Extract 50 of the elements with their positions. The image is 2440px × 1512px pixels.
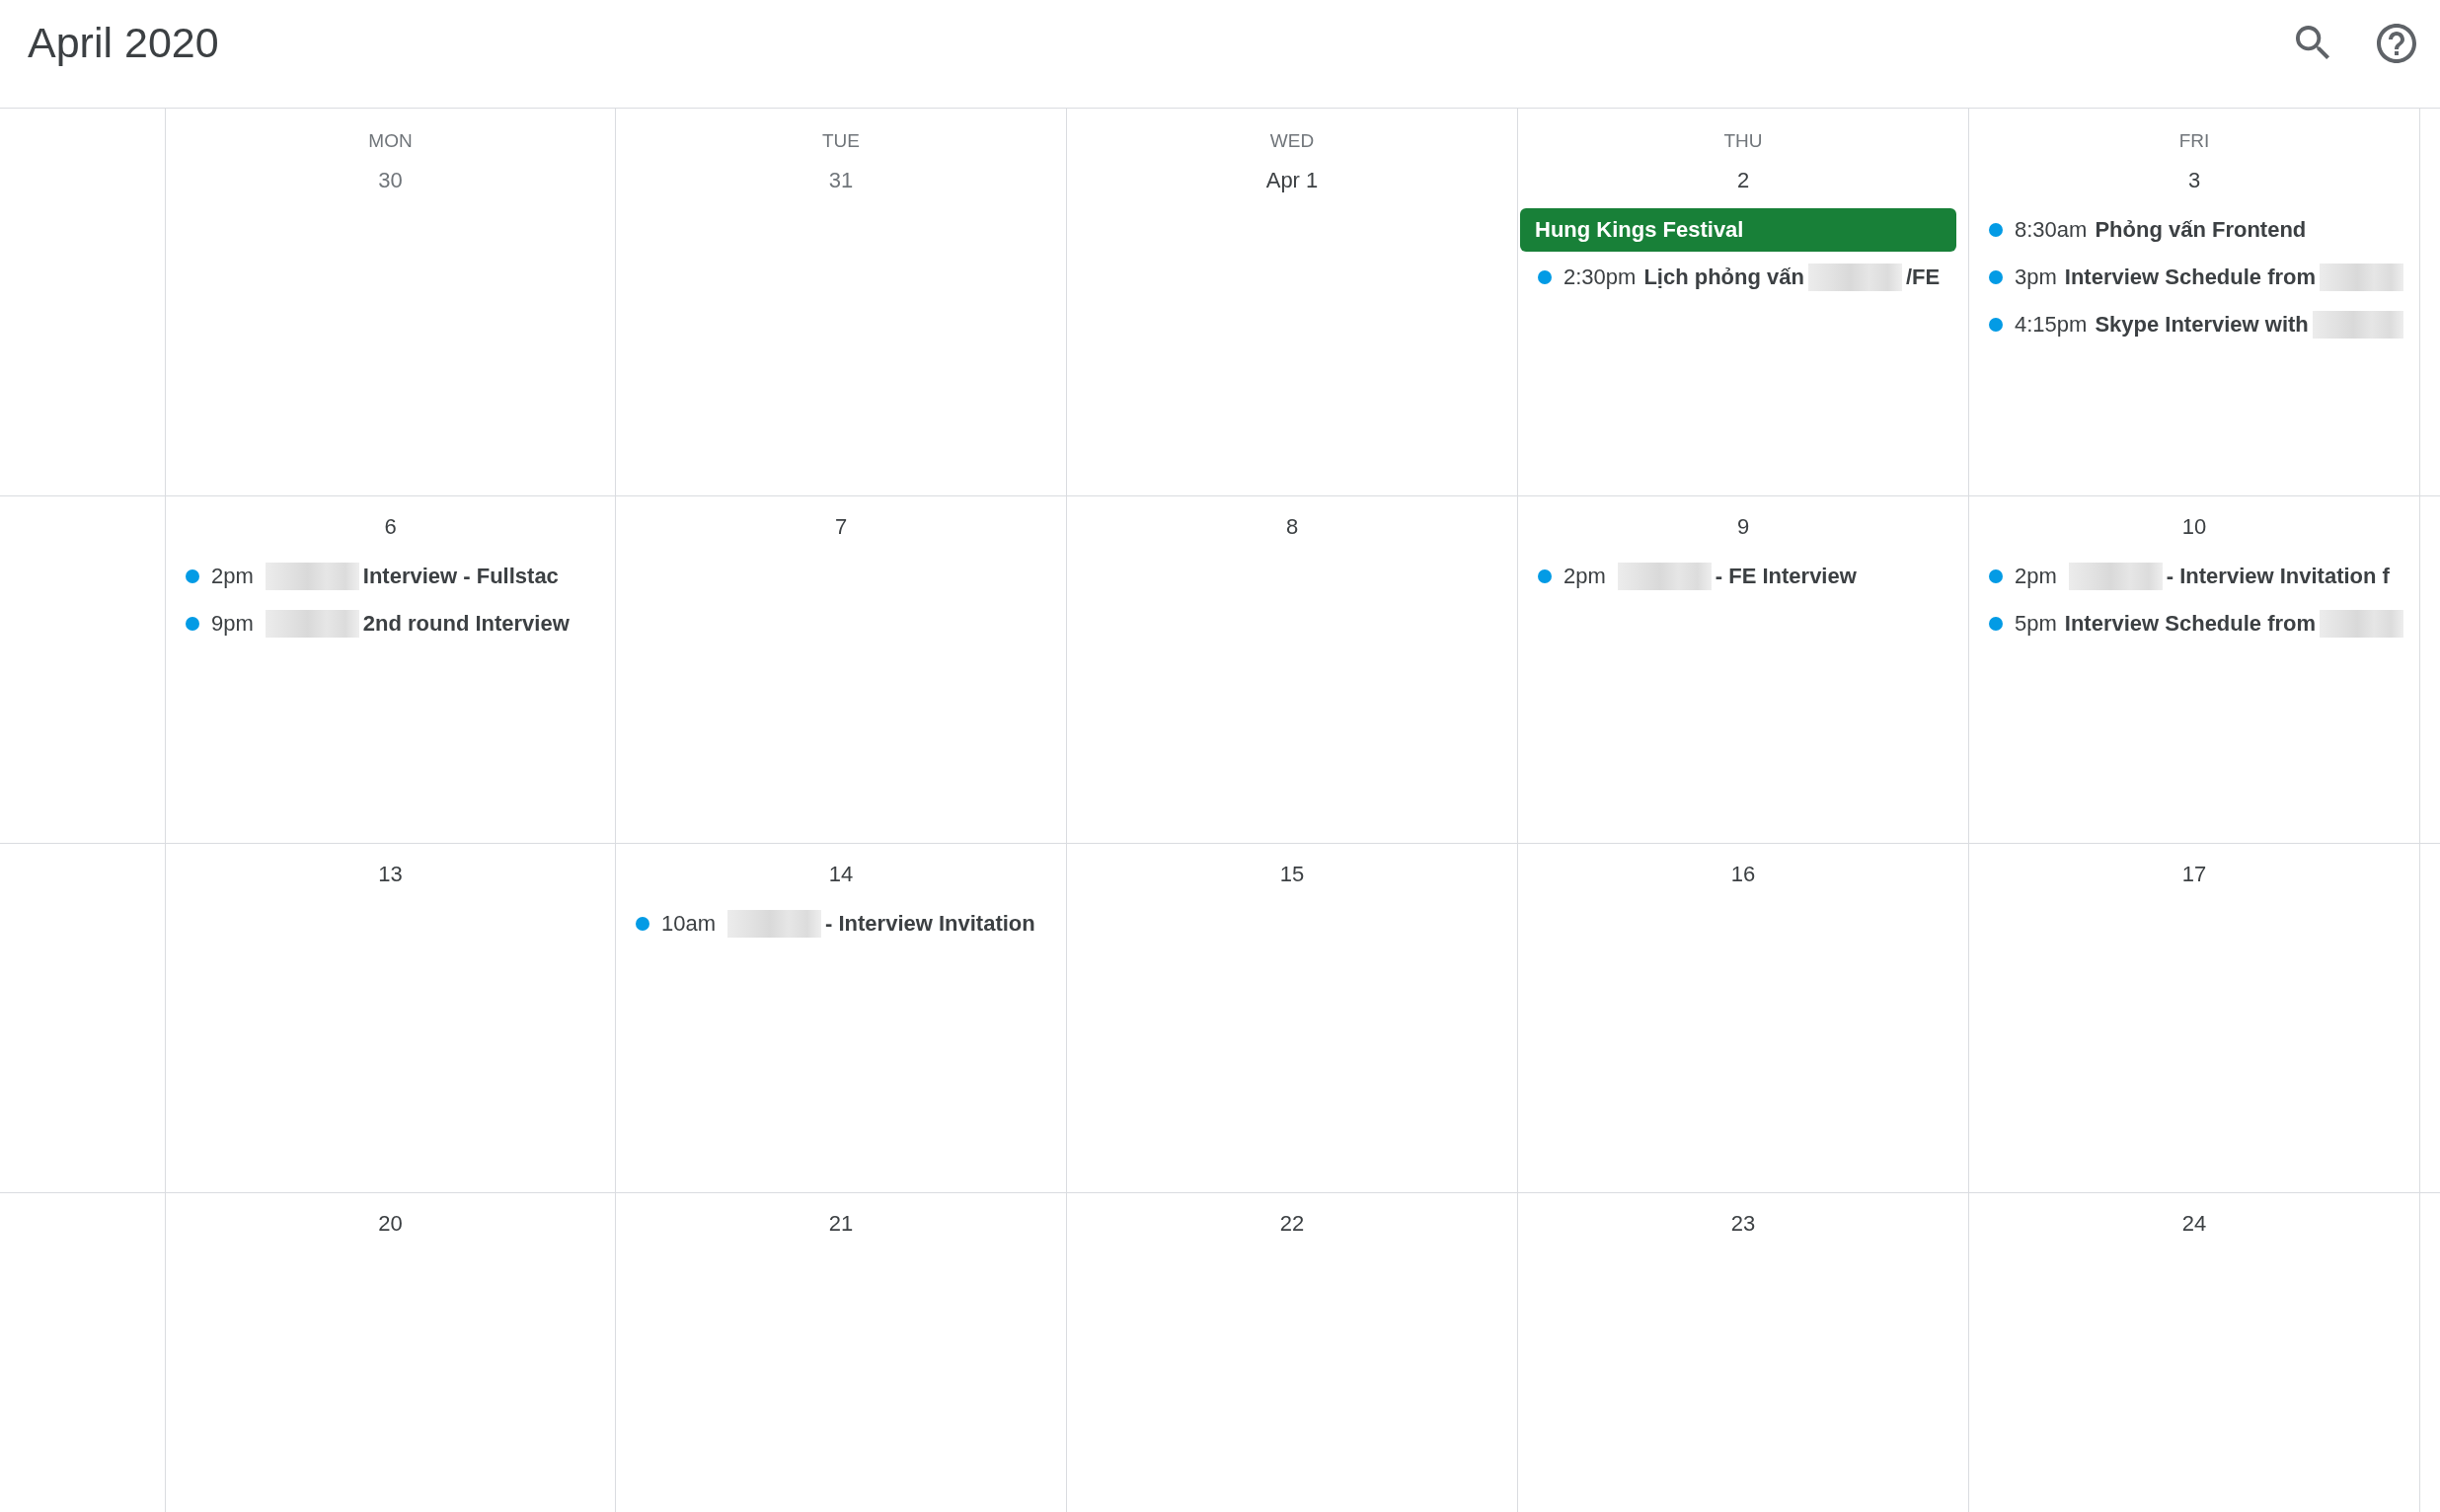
event-time: 2pm	[211, 564, 254, 589]
day-number[interactable]: 8	[1285, 514, 1299, 540]
day-number[interactable]: 14	[828, 862, 854, 887]
day-number[interactable]: 30	[378, 168, 403, 193]
event-time: 2:30pm	[1563, 265, 1637, 290]
day-number[interactable]: 9	[1736, 514, 1750, 540]
day-number[interactable]: Apr 1	[1265, 168, 1319, 193]
day-number[interactable]: 22	[1279, 1211, 1305, 1237]
help-icon[interactable]	[2377, 23, 2416, 63]
event-time: 4:15pm	[2015, 312, 2088, 338]
search-icon[interactable]	[2296, 25, 2331, 61]
day-number[interactable]: 31	[828, 168, 854, 193]
event-time: 2pm	[2015, 564, 2057, 589]
weekday-label: WED	[1269, 130, 1315, 152]
event-title[interactable]: - Interview Invitation f	[2166, 564, 2390, 589]
day-number[interactable]: 16	[1730, 862, 1756, 887]
day-number[interactable]: 17	[2181, 862, 2207, 887]
event-title[interactable]: 2nd round Interview	[362, 611, 570, 637]
event-title[interactable]: Phỏng vấn Frontend	[2095, 217, 2307, 243]
event-time: 10am	[661, 911, 717, 937]
day-number[interactable]: 3	[2187, 168, 2201, 193]
event-time: 8:30am	[2015, 217, 2088, 243]
day-number[interactable]: 15	[1279, 862, 1305, 887]
day-number[interactable]: 13	[378, 862, 403, 887]
event-time: 2pm	[1563, 564, 1606, 589]
weekday-label: TUE	[822, 130, 860, 152]
event-title[interactable]: - Interview Invitation	[825, 911, 1035, 937]
weekday-label: MON	[368, 130, 413, 152]
month-title: April 2020	[28, 19, 219, 67]
day-number[interactable]: 20	[378, 1211, 403, 1237]
day-number[interactable]: 2	[1736, 168, 1750, 193]
event-title[interactable]: Skype Interview with	[2095, 312, 2309, 338]
day-number[interactable]: 10	[2181, 514, 2207, 540]
event-title[interactable]: /FE	[1905, 265, 1941, 290]
day-number[interactable]: 7	[834, 514, 848, 540]
event-title[interactable]: Lịch phỏng vấn	[1643, 265, 1804, 290]
event-title[interactable]: Interview - Fullstac	[362, 564, 559, 589]
event-title[interactable]: - FE Interview	[1715, 564, 1857, 589]
weekday-label: THU	[1723, 130, 1763, 152]
event-time: 3pm	[2015, 265, 2057, 290]
day-number[interactable]: 21	[828, 1211, 854, 1237]
event-time: 5pm	[2015, 611, 2057, 637]
all-day-event[interactable]: Hung Kings Festival	[1520, 208, 1956, 252]
event-time: 9pm	[211, 611, 254, 637]
weekday-label: FRI	[2178, 130, 2210, 152]
day-number[interactable]: 24	[2181, 1211, 2207, 1237]
day-number[interactable]: 23	[1730, 1211, 1756, 1237]
event-title[interactable]: Interview Schedule from	[2064, 611, 2317, 637]
event-title[interactable]: Interview Schedule from	[2064, 265, 2317, 290]
day-number[interactable]: 6	[384, 514, 397, 540]
